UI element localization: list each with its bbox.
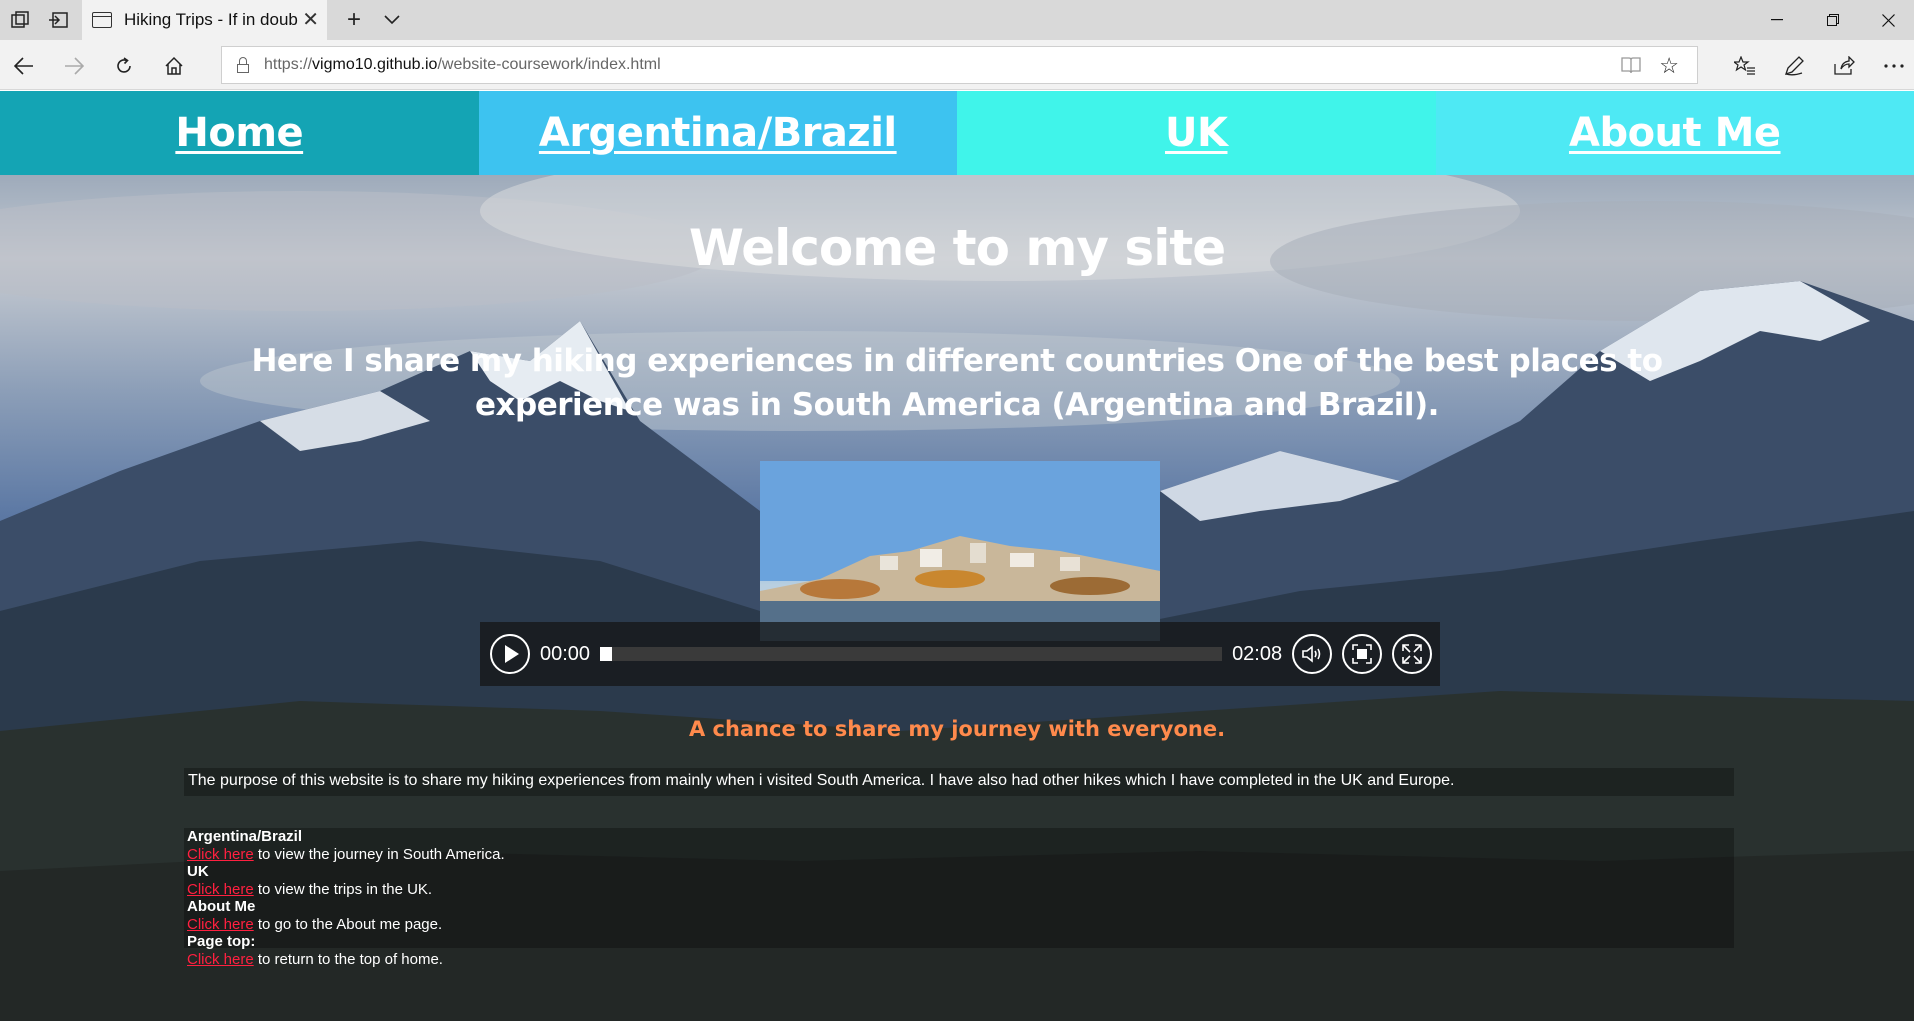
fullscreen-button[interactable] — [1392, 634, 1433, 674]
nav-item-about-me[interactable]: About Me — [1435, 91, 1914, 175]
volume-icon — [1302, 645, 1321, 663]
link-label-about-me: About Me — [187, 898, 256, 915]
section-subheading: A chance to share my journey with everyo… — [688, 717, 1226, 741]
share-icon[interactable] — [1830, 52, 1858, 80]
favorites-list-icon[interactable] — [1731, 52, 1759, 80]
minimize-icon[interactable] — [1762, 8, 1792, 32]
more-icon[interactable] — [1880, 52, 1908, 80]
forward-arrow-icon[interactable] — [60, 52, 88, 80]
fullscreen-icon — [1402, 644, 1422, 664]
link-row-about-me: Click here to go to the About me page. — [187, 916, 1731, 934]
pen-icon[interactable] — [1780, 52, 1808, 80]
nav-link-uk[interactable]: UK — [1165, 110, 1228, 156]
link-label-page-top: Page top: — [187, 933, 256, 950]
page-viewport: Home Argentina/Brazil UK About Me Welcom… — [0, 91, 1914, 1021]
nav-link-home[interactable]: Home — [175, 110, 303, 156]
click-here-link-uk[interactable]: Click here — [187, 881, 254, 898]
back-arrow-icon[interactable] — [10, 52, 38, 80]
star-icon[interactable]: ☆ — [1659, 53, 1679, 79]
link-description: to view the journey in South America. — [253, 845, 505, 863]
video-progress-thumb[interactable] — [600, 647, 613, 661]
link-description: to view the trips in the UK. — [253, 880, 433, 898]
link-row-uk: Click here to view the trips in the UK. — [187, 881, 1731, 899]
tab-title: Hiking Trips - If in doub — [124, 10, 298, 29]
nav-item-home[interactable]: Home — [0, 91, 479, 175]
video-progress-bar[interactable] — [600, 647, 1223, 661]
video-current-time: 00:00 — [540, 642, 591, 665]
lock-icon — [236, 57, 250, 73]
link-description: to go to the About me page. — [253, 915, 443, 933]
nav-link-argentina-brazil[interactable]: Argentina/Brazil — [539, 110, 897, 156]
nav-link-about-me[interactable]: About Me — [1569, 110, 1781, 156]
tab-preview-icon[interactable] — [46, 8, 70, 32]
play-icon — [505, 645, 519, 663]
close-icon[interactable] — [1873, 8, 1903, 32]
address-toolbar: https://vigmo10.github.io/website-course… — [0, 40, 1914, 90]
url-text[interactable]: https://vigmo10.github.io/website-course… — [264, 56, 661, 74]
tab-set-aside-icon[interactable] — [8, 8, 32, 32]
url-prefix: https:// — [264, 56, 313, 73]
page-icon — [92, 12, 112, 28]
home-icon[interactable] — [160, 52, 188, 80]
browser-tab-bar: Hiking Trips - If in doub ✕ + — [0, 0, 1914, 40]
nav-item-uk[interactable]: UK — [957, 91, 1436, 175]
reading-view-icon[interactable] — [1621, 56, 1641, 79]
click-here-link-page-top[interactable]: Click here — [187, 951, 254, 968]
video-controls: 00:00 02:08 — [480, 622, 1440, 686]
browser-tab-active[interactable]: Hiking Trips - If in doub ✕ — [82, 0, 327, 40]
purpose-text: The purpose of this website is to share … — [184, 768, 1734, 796]
zoom-icon — [1352, 644, 1372, 664]
link-row-argentina-brazil: Click here to view the journey in South … — [187, 846, 1731, 864]
close-tab-icon[interactable]: ✕ — [302, 10, 319, 30]
link-row-page-top: Click here to return to the top of home. — [187, 951, 1731, 969]
volume-button[interactable] — [1292, 634, 1333, 674]
zoom-button[interactable] — [1342, 634, 1383, 674]
link-label-uk: UK — [187, 863, 209, 880]
link-label-argentina-brazil: Argentina/Brazil — [187, 828, 303, 845]
click-here-link-argentina-brazil[interactable]: Click here — [187, 846, 254, 863]
nav-item-argentina-brazil[interactable]: Argentina/Brazil — [478, 91, 957, 175]
url-host: vigmo10.github.io — [312, 56, 438, 73]
restore-icon[interactable] — [1818, 8, 1848, 32]
main-navigation: Home Argentina/Brazil UK About Me — [0, 91, 1914, 175]
links-section: Argentina/Brazil Click here to view the … — [184, 828, 1734, 968]
refresh-icon[interactable] — [110, 52, 138, 80]
link-description: to return to the top of home. — [253, 950, 443, 968]
plus-icon[interactable]: + — [342, 6, 366, 33]
url-path: /website-coursework/index.html — [437, 56, 661, 73]
intro-text: Here I share my hiking experiences in di… — [251, 343, 1663, 423]
video-duration: 02:08 — [1232, 642, 1283, 665]
page-title: Welcome to my site — [688, 219, 1226, 277]
click-here-link-about-me[interactable]: Click here — [187, 916, 254, 933]
chevron-down-icon[interactable] — [380, 8, 404, 32]
play-button[interactable] — [490, 634, 530, 674]
address-bar[interactable]: https://vigmo10.github.io/website-course… — [221, 46, 1698, 84]
